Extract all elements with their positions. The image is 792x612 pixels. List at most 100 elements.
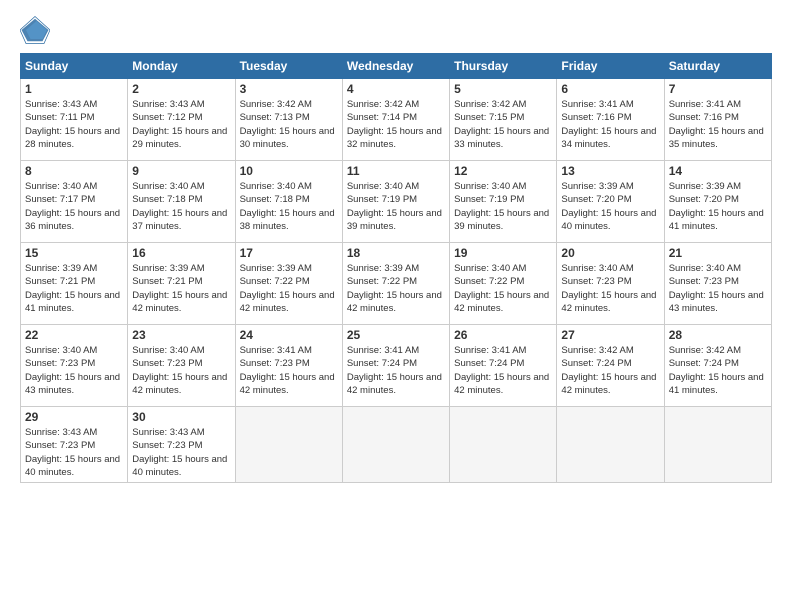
day-info: Sunrise: 3:40 AMSunset: 7:18 PMDaylight:… [132, 180, 230, 233]
day-info: Sunrise: 3:41 AMSunset: 7:24 PMDaylight:… [454, 344, 552, 397]
logo-icon [20, 15, 50, 45]
calendar-cell: 19 Sunrise: 3:40 AMSunset: 7:22 PMDayligh… [450, 243, 557, 325]
day-number: 24 [240, 328, 338, 342]
day-number: 29 [25, 410, 123, 424]
calendar-cell: 11Sunrise: 3:40 AMSunset: 7:19 PMDayligh… [342, 161, 449, 243]
calendar-cell: 7 Sunrise: 3:41 AMSunset: 7:16 PMDaylight… [664, 79, 771, 161]
calendar-header-thursday: Thursday [450, 54, 557, 79]
calendar-cell: 4 Sunrise: 3:42 AMSunset: 7:14 PMDaylight… [342, 79, 449, 161]
day-number: 7 [669, 82, 767, 96]
calendar-cell: 25 Sunrise: 3:41 AMSunset: 7:24 PMDayligh… [342, 325, 449, 407]
day-number: 10 [240, 164, 338, 178]
calendar-cell [450, 407, 557, 483]
day-info: Sunrise: 3:40 AMSunset: 7:23 PMDaylight:… [132, 344, 230, 397]
day-info: Sunrise: 3:40 AMSunset: 7:19 PMDaylight:… [454, 180, 552, 233]
calendar-cell: 10Sunrise: 3:40 AMSunset: 7:18 PMDayligh… [235, 161, 342, 243]
day-info: Sunrise: 3:41 AMSunset: 7:23 PMDaylight:… [240, 344, 338, 397]
day-number: 27 [561, 328, 659, 342]
day-number: 18 [347, 246, 445, 260]
day-number: 25 [347, 328, 445, 342]
day-number: 28 [669, 328, 767, 342]
day-number: 14 [669, 164, 767, 178]
day-info: Sunrise: 3:40 AMSunset: 7:23 PMDaylight:… [25, 344, 123, 397]
calendar-cell: 15 Sunrise: 3:39 AMSunset: 7:21 PMDayligh… [21, 243, 128, 325]
day-info: Sunrise: 3:42 AMSunset: 7:14 PMDaylight:… [347, 98, 445, 151]
day-info: Sunrise: 3:43 AMSunset: 7:23 PMDaylight:… [132, 426, 230, 479]
calendar-cell: 29 Sunrise: 3:43 AMSunset: 7:23 PMDayligh… [21, 407, 128, 483]
day-info: Sunrise: 3:39 AMSunset: 7:21 PMDaylight:… [25, 262, 123, 315]
calendar-header-saturday: Saturday [664, 54, 771, 79]
day-info: Sunrise: 3:39 AMSunset: 7:20 PMDaylight:… [669, 180, 767, 233]
day-number: 6 [561, 82, 659, 96]
calendar-header-friday: Friday [557, 54, 664, 79]
calendar-cell: 6 Sunrise: 3:41 AMSunset: 7:16 PMDaylight… [557, 79, 664, 161]
page: SundayMondayTuesdayWednesdayThursdayFrid… [0, 0, 792, 612]
calendar-cell: 8 Sunrise: 3:40 AMSunset: 7:17 PMDaylight… [21, 161, 128, 243]
day-number: 15 [25, 246, 123, 260]
calendar-table: SundayMondayTuesdayWednesdayThursdayFrid… [20, 53, 772, 483]
day-number: 17 [240, 246, 338, 260]
calendar-cell: 27 Sunrise: 3:42 AMSunset: 7:24 PMDayligh… [557, 325, 664, 407]
calendar-cell: 26 Sunrise: 3:41 AMSunset: 7:24 PMDayligh… [450, 325, 557, 407]
calendar-cell: 14 Sunrise: 3:39 AMSunset: 7:20 PMDayligh… [664, 161, 771, 243]
calendar-header-monday: Monday [128, 54, 235, 79]
calendar-cell: 2 Sunrise: 3:43 AMSunset: 7:12 PMDaylight… [128, 79, 235, 161]
day-number: 1 [25, 82, 123, 96]
calendar-cell: 18 Sunrise: 3:39 AMSunset: 7:22 PMDayligh… [342, 243, 449, 325]
day-number: 30 [132, 410, 230, 424]
calendar-week-1: 1 Sunrise: 3:43 AMSunset: 7:11 PMDaylight… [21, 79, 772, 161]
day-info: Sunrise: 3:40 AMSunset: 7:23 PMDaylight:… [561, 262, 659, 315]
day-info: Sunrise: 3:39 AMSunset: 7:22 PMDaylight:… [347, 262, 445, 315]
calendar-header-wednesday: Wednesday [342, 54, 449, 79]
calendar-cell: 28 Sunrise: 3:42 AMSunset: 7:24 PMDayligh… [664, 325, 771, 407]
day-info: Sunrise: 3:41 AMSunset: 7:16 PMDaylight:… [561, 98, 659, 151]
calendar-cell: 30 Sunrise: 3:43 AMSunset: 7:23 PMDayligh… [128, 407, 235, 483]
calendar-header-row: SundayMondayTuesdayWednesdayThursdayFrid… [21, 54, 772, 79]
calendar-cell [235, 407, 342, 483]
calendar-cell [557, 407, 664, 483]
day-number: 20 [561, 246, 659, 260]
calendar-cell [342, 407, 449, 483]
day-number: 22 [25, 328, 123, 342]
day-number: 2 [132, 82, 230, 96]
calendar-week-2: 8 Sunrise: 3:40 AMSunset: 7:17 PMDaylight… [21, 161, 772, 243]
day-info: Sunrise: 3:40 AMSunset: 7:23 PMDaylight:… [669, 262, 767, 315]
day-info: Sunrise: 3:43 AMSunset: 7:11 PMDaylight:… [25, 98, 123, 151]
day-info: Sunrise: 3:41 AMSunset: 7:16 PMDaylight:… [669, 98, 767, 151]
calendar-header-sunday: Sunday [21, 54, 128, 79]
day-number: 4 [347, 82, 445, 96]
day-info: Sunrise: 3:42 AMSunset: 7:13 PMDaylight:… [240, 98, 338, 151]
day-info: Sunrise: 3:39 AMSunset: 7:21 PMDaylight:… [132, 262, 230, 315]
calendar-cell: 1 Sunrise: 3:43 AMSunset: 7:11 PMDaylight… [21, 79, 128, 161]
day-info: Sunrise: 3:42 AMSunset: 7:15 PMDaylight:… [454, 98, 552, 151]
calendar-cell: 17 Sunrise: 3:39 AMSunset: 7:22 PMDayligh… [235, 243, 342, 325]
day-number: 3 [240, 82, 338, 96]
day-info: Sunrise: 3:41 AMSunset: 7:24 PMDaylight:… [347, 344, 445, 397]
day-number: 13 [561, 164, 659, 178]
day-number: 23 [132, 328, 230, 342]
calendar-cell: 9 Sunrise: 3:40 AMSunset: 7:18 PMDaylight… [128, 161, 235, 243]
day-number: 11 [347, 164, 445, 178]
day-info: Sunrise: 3:43 AMSunset: 7:12 PMDaylight:… [132, 98, 230, 151]
day-info: Sunrise: 3:39 AMSunset: 7:22 PMDaylight:… [240, 262, 338, 315]
calendar-cell: 12Sunrise: 3:40 AMSunset: 7:19 PMDayligh… [450, 161, 557, 243]
day-info: Sunrise: 3:42 AMSunset: 7:24 PMDaylight:… [561, 344, 659, 397]
day-info: Sunrise: 3:40 AMSunset: 7:22 PMDaylight:… [454, 262, 552, 315]
day-number: 26 [454, 328, 552, 342]
day-number: 9 [132, 164, 230, 178]
day-info: Sunrise: 3:40 AMSunset: 7:17 PMDaylight:… [25, 180, 123, 233]
calendar-cell: 16 Sunrise: 3:39 AMSunset: 7:21 PMDayligh… [128, 243, 235, 325]
day-number: 5 [454, 82, 552, 96]
calendar-cell: 13Sunrise: 3:39 AMSunset: 7:20 PMDayligh… [557, 161, 664, 243]
day-number: 8 [25, 164, 123, 178]
day-number: 16 [132, 246, 230, 260]
calendar-cell: 3 Sunrise: 3:42 AMSunset: 7:13 PMDaylight… [235, 79, 342, 161]
header [20, 15, 772, 45]
day-number: 21 [669, 246, 767, 260]
calendar-cell: 20 Sunrise: 3:40 AMSunset: 7:23 PMDayligh… [557, 243, 664, 325]
day-info: Sunrise: 3:43 AMSunset: 7:23 PMDaylight:… [25, 426, 123, 479]
calendar-week-3: 15 Sunrise: 3:39 AMSunset: 7:21 PMDayligh… [21, 243, 772, 325]
day-number: 19 [454, 246, 552, 260]
day-info: Sunrise: 3:42 AMSunset: 7:24 PMDaylight:… [669, 344, 767, 397]
calendar-cell: 5 Sunrise: 3:42 AMSunset: 7:15 PMDaylight… [450, 79, 557, 161]
